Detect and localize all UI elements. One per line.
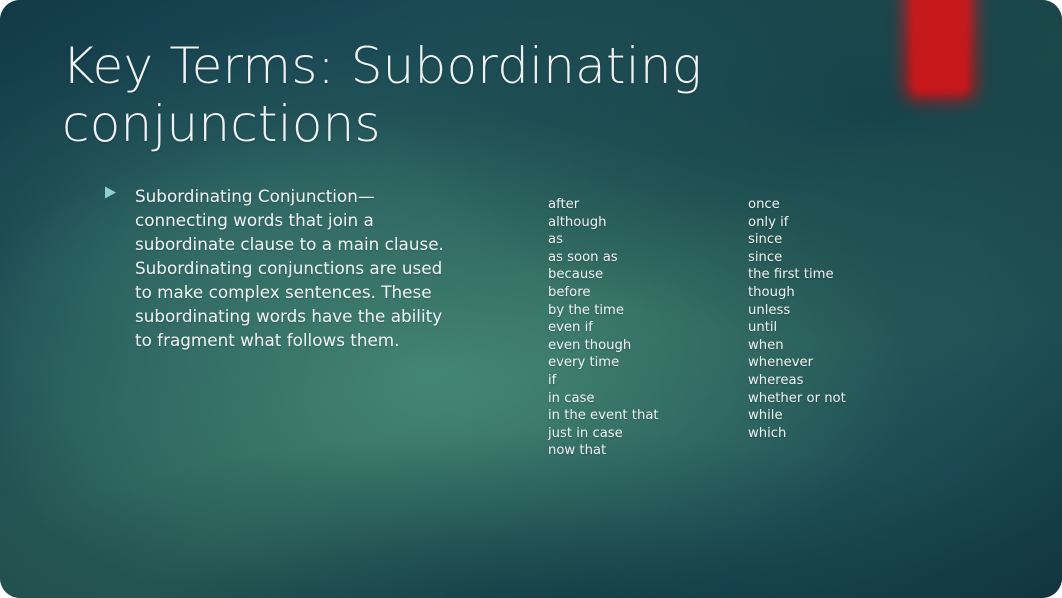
list-item: since <box>748 249 783 265</box>
word-column-2: once only if since since the first time … <box>748 196 948 460</box>
list-item: unless <box>748 302 791 318</box>
slide-canvas: Key Terms: Subordinating conjunctions Su… <box>0 0 1062 598</box>
list-item: in case <box>548 390 595 406</box>
list-item: when <box>748 337 784 353</box>
list-item: once <box>748 197 780 212</box>
list-item: just in case <box>548 425 623 441</box>
slide-title: Key Terms: Subordinating conjunctions <box>62 37 702 153</box>
list-item: since <box>748 232 783 248</box>
body-paragraph: Subordinating Conjunction—connecting wor… <box>135 186 444 351</box>
triangle-right-icon <box>104 186 117 199</box>
list-item: although <box>548 214 607 230</box>
list-item: after <box>548 197 580 212</box>
conjunction-word-list: after although as as soon as because bef… <box>548 196 968 460</box>
red-accent-shape-core <box>912 0 968 94</box>
list-item: because <box>548 267 604 283</box>
list-item: even if <box>548 320 593 336</box>
list-item: until <box>748 320 778 336</box>
body-bullet-block: Subordinating Conjunction—connecting wor… <box>104 184 462 352</box>
list-item: though <box>748 284 795 300</box>
list-item: in the event that <box>548 408 659 424</box>
list-item: every time <box>548 355 620 371</box>
list-item: while <box>748 408 783 424</box>
list-item: the first time <box>748 267 834 283</box>
list-item: even though <box>548 337 632 353</box>
list-item: as soon as <box>548 249 618 265</box>
list-item: before <box>548 284 591 300</box>
list-item: now that <box>548 443 607 459</box>
list-item: as <box>548 232 563 248</box>
word-column-1: after although as as soon as because bef… <box>548 196 748 460</box>
list-item: only if <box>748 214 789 230</box>
list-item: if <box>548 372 557 388</box>
list-item: by the time <box>548 302 624 318</box>
list-item: whereas <box>748 372 804 388</box>
list-item: whenever <box>748 355 814 371</box>
list-item: whether or not <box>748 390 846 406</box>
list-item: which <box>748 425 787 441</box>
